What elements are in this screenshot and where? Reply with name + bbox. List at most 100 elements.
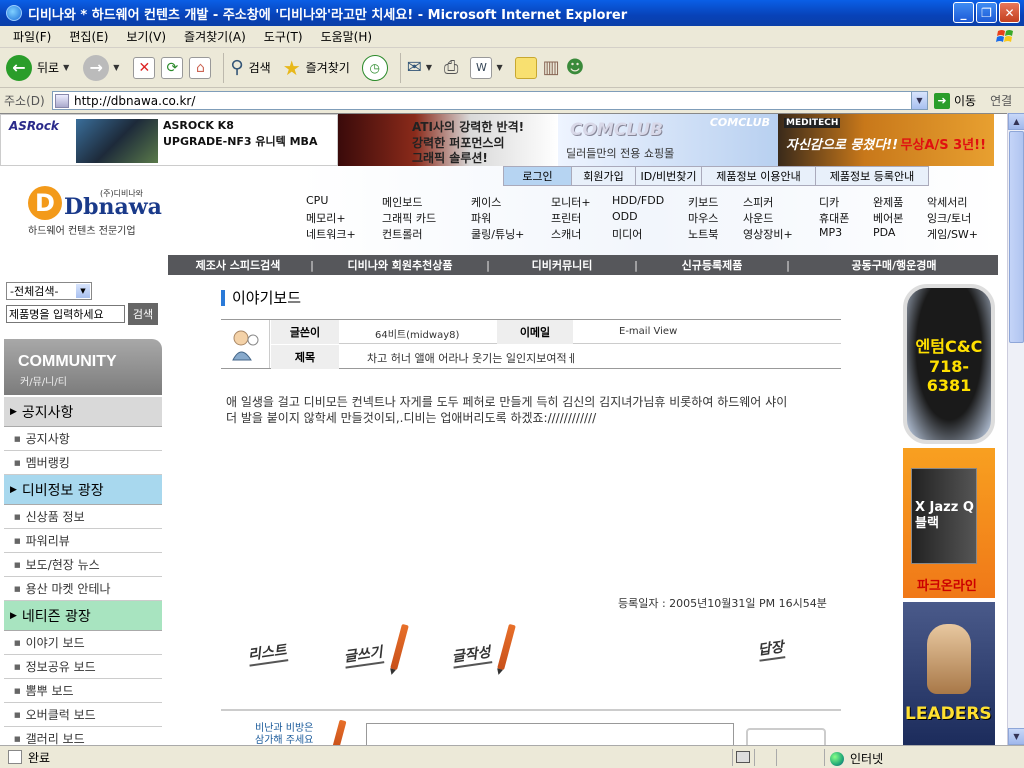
category-link[interactable]: 베어본: [873, 210, 903, 226]
banner-meditech[interactable]: MEDITECH 자신감으로 뭉쳤다!! 무상A/S 3년!!: [778, 114, 994, 166]
chevron-down-icon[interactable]: ▼: [496, 63, 502, 72]
vertical-scrollbar[interactable]: ▲ ▼: [1007, 113, 1024, 745]
favorites-button[interactable]: ★ 즐겨찾기: [283, 56, 350, 80]
category-link[interactable]: 악세서리: [927, 194, 967, 210]
category-link[interactable]: ODD: [612, 210, 638, 223]
category-link[interactable]: 쿨링/튜닝+: [471, 226, 524, 242]
links-button[interactable]: 연결: [990, 92, 1012, 109]
list-button[interactable]: 리스트: [246, 639, 288, 667]
search-input[interactable]: 제품명을 입력하세요: [6, 305, 125, 323]
sidebar-item[interactable]: ■ 정보공유 보드: [4, 655, 162, 679]
messenger-button[interactable]: ☻: [566, 57, 585, 78]
minimize-button[interactable]: _: [953, 2, 974, 23]
sidebar-item[interactable]: ■ 갤러리 보드: [4, 727, 162, 745]
login-link[interactable]: 로그인: [503, 166, 571, 186]
go-button[interactable]: ➜ 이동: [934, 92, 976, 109]
banner-ati[interactable]: ATI사의 강력한 반격! 강력한 퍼포먼스의 그래픽 솔루션!: [338, 114, 558, 166]
scroll-down-icon[interactable]: ▼: [1008, 728, 1024, 745]
email-link[interactable]: E-mail View: [619, 326, 677, 337]
banner-comclub[interactable]: COMCLUB COMCLUB 딜러들만의 전용 쇼핑몰: [558, 114, 778, 166]
ad-xjazz[interactable]: X Jazz Q 블랙 파크온라인: [903, 448, 995, 598]
edit-button[interactable]: W ▼: [470, 56, 503, 79]
product-guide-link[interactable]: 제품정보 이용안내: [701, 166, 815, 186]
search-button[interactable]: ⚲ 검색: [230, 57, 270, 78]
address-dropdown-icon[interactable]: ▼: [911, 92, 927, 109]
compose-button[interactable]: 글작성: [450, 641, 492, 669]
print-button[interactable]: ⎙: [444, 57, 458, 78]
category-link[interactable]: 잉크/토너: [927, 210, 971, 226]
category-link[interactable]: 프린터: [551, 210, 581, 226]
category-link[interactable]: 게임/SW+: [927, 226, 978, 242]
write-button[interactable]: 글쓰기: [342, 641, 384, 669]
search-submit-button[interactable]: 검색: [128, 303, 158, 325]
category-link[interactable]: 케이스: [471, 194, 501, 210]
category-link[interactable]: 노트북: [688, 226, 718, 242]
chevron-down-icon[interactable]: ▼: [426, 63, 432, 72]
category-link[interactable]: HDD/FDD: [612, 194, 664, 207]
menu-view[interactable]: 보기(V): [117, 28, 175, 45]
nav-community[interactable]: 디비커뮤니티: [492, 257, 632, 273]
forward-button[interactable]: → ▼: [83, 54, 119, 81]
discuss-button[interactable]: [514, 56, 537, 79]
sidebar-item[interactable]: ■ 이야기 보드: [4, 631, 162, 655]
nav-group-buy[interactable]: 공동구매/행운경매: [792, 257, 996, 273]
maximize-button[interactable]: ❐: [976, 2, 997, 23]
sidebar-item[interactable]: ■ 신상품 정보: [4, 505, 162, 529]
back-button[interactable]: ← 뒤로 ▼: [6, 54, 69, 81]
category-link[interactable]: PDA: [873, 226, 895, 239]
nav-new-products[interactable]: 신규등록제품: [640, 257, 784, 273]
category-link[interactable]: 메인보드: [382, 194, 422, 210]
scroll-thumb[interactable]: [1009, 131, 1024, 343]
ad-leaders[interactable]: LEADERS: [903, 602, 995, 745]
comment-submit-button[interactable]: [746, 728, 826, 745]
category-link[interactable]: MP3: [819, 226, 842, 239]
sidebar-item[interactable]: ■ 용산 마켓 안테나: [4, 577, 162, 601]
category-link[interactable]: 사운드: [743, 210, 773, 226]
register-guide-link[interactable]: 제품정보 등록안내: [815, 166, 929, 186]
sidebar-item[interactable]: ■ 파워리뷰: [4, 529, 162, 553]
sidebar-item[interactable]: ■ 보도/현장 뉴스: [4, 553, 162, 577]
category-link[interactable]: 그래픽 카드: [382, 210, 436, 226]
history-button[interactable]: ◷: [361, 54, 388, 81]
sidebar-section-header[interactable]: ▶ 디비정보 광장: [4, 475, 162, 505]
refresh-button[interactable]: ⟳: [161, 56, 184, 79]
stop-button[interactable]: ✕: [133, 56, 156, 79]
nav-recommend[interactable]: 디비나와 회원추천상품: [316, 257, 484, 273]
category-link[interactable]: 네트워크+: [306, 226, 356, 242]
home-button[interactable]: ⌂: [189, 56, 212, 79]
category-link[interactable]: 영상장비+: [743, 226, 793, 242]
menu-help[interactable]: 도움말(H): [312, 28, 382, 45]
menu-tools[interactable]: 도구(T): [255, 28, 312, 45]
mail-button[interactable]: ✉ ▼: [407, 57, 432, 78]
category-link[interactable]: 미디어: [612, 226, 642, 242]
category-link[interactable]: 디카: [819, 194, 839, 210]
chevron-down-icon[interactable]: ▼: [63, 63, 69, 72]
address-url[interactable]: http://dbnawa.co.kr/: [74, 94, 911, 108]
find-id-link[interactable]: ID/비번찾기: [635, 166, 701, 186]
banner-asrock[interactable]: ASRock ASROCK K8 UPGRADE-NF3 유니텍 MBA: [0, 114, 338, 166]
menu-favorites[interactable]: 즐겨찾기(A): [175, 28, 255, 45]
menu-file[interactable]: 파일(F): [4, 28, 60, 45]
category-link[interactable]: 완제품: [873, 194, 903, 210]
close-button[interactable]: ✕: [999, 2, 1020, 23]
sidebar-section-header[interactable]: ▶ 네티즌 광장: [4, 601, 162, 631]
category-link[interactable]: 키보드: [688, 194, 718, 210]
category-link[interactable]: 휴대폰: [819, 210, 849, 226]
reply-button[interactable]: 답장: [756, 636, 786, 662]
sidebar-section-header[interactable]: ▶ 공지사항: [4, 397, 162, 427]
category-link[interactable]: CPU: [306, 194, 328, 207]
category-link[interactable]: 스캐너: [551, 226, 581, 242]
sidebar-item[interactable]: ■ 오버클럭 보드: [4, 703, 162, 727]
ad-entum[interactable]: 엔텀C&C 718-6381: [903, 284, 995, 444]
research-button[interactable]: ▥: [543, 57, 560, 78]
sidebar-item[interactable]: ■ 뽐뿌 보드: [4, 679, 162, 703]
search-category-select[interactable]: -전체검색- ▼: [6, 282, 92, 300]
category-link[interactable]: 스피커: [743, 194, 773, 210]
sidebar-item[interactable]: ■ 멤버랭킹: [4, 451, 162, 475]
category-link[interactable]: 모니터+: [551, 194, 591, 210]
scroll-up-icon[interactable]: ▲: [1008, 113, 1024, 130]
category-link[interactable]: 메모리+: [306, 210, 346, 226]
category-link[interactable]: 컨트롤러: [382, 226, 422, 242]
address-input[interactable]: http://dbnawa.co.kr/ ▼: [52, 91, 928, 110]
sidebar-item[interactable]: ■ 공지사항: [4, 427, 162, 451]
